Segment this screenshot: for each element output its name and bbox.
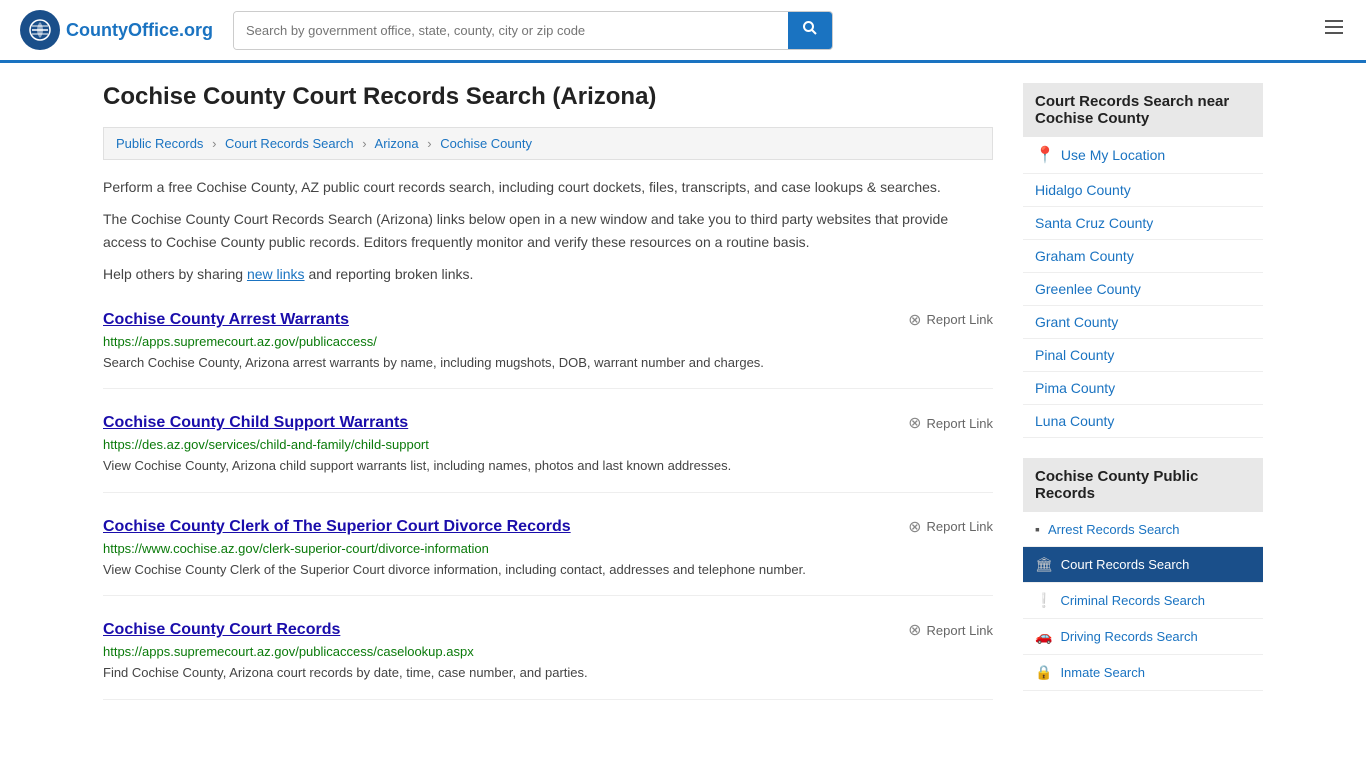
pub-record-item-0[interactable]: ▪ Arrest Records Search [1023,512,1263,547]
result-desc-1: View Cochise County, Arizona child suppo… [103,456,993,476]
nearby-county-item: Graham County [1023,240,1263,273]
result-desc-3: Find Cochise County, Arizona court recor… [103,663,993,683]
nearby-county-item: Santa Cruz County [1023,207,1263,240]
site-header: CountyOffice.org [0,0,1366,63]
report-icon-0: ⊗ [908,310,921,330]
search-button[interactable] [788,12,832,49]
search-bar [233,11,833,50]
nearby-section: Court Records Search near Cochise County… [1023,83,1263,438]
pub-record-link-4[interactable]: Inmate Search [1060,665,1145,680]
result-desc-0: Search Cochise County, Arizona arrest wa… [103,353,993,373]
logo-text: CountyOffice.org [66,20,213,41]
nearby-county-item: Luna County [1023,405,1263,438]
pub-record-link-3[interactable]: Driving Records Search [1060,629,1197,644]
pub-record-link-1[interactable]: Court Records Search [1061,557,1190,572]
page-title: Cochise County Court Records Search (Ari… [103,83,993,111]
result-item: Cochise County Child Support Warrants ⊗ … [103,413,993,493]
nearby-county-link-1[interactable]: Santa Cruz County [1035,215,1153,231]
rec-icon-0: ▪ [1035,521,1040,537]
pub-record-link-2[interactable]: Criminal Records Search [1060,593,1205,608]
breadcrumb-arizona[interactable]: Arizona [375,136,419,151]
results-container: Cochise County Arrest Warrants ⊗ Report … [103,310,993,700]
nearby-county-link-3[interactable]: Greenlee County [1035,281,1141,297]
public-records-list: ▪ Arrest Records Search🏛 Court Records S… [1023,512,1263,691]
logo-link[interactable]: CountyOffice.org [20,10,213,50]
sidebar: Court Records Search near Cochise County… [1023,83,1263,711]
nearby-county-item: Greenlee County [1023,273,1263,306]
nearby-county-item: Pima County [1023,372,1263,405]
public-records-section: Cochise County Public Records ▪ Arrest R… [1023,458,1263,691]
rec-icon-3: 🚗 [1035,628,1052,645]
result-title-3[interactable]: Cochise County Court Records [103,621,340,639]
result-url-1[interactable]: https://des.az.gov/services/child-and-fa… [103,437,993,452]
result-title-1[interactable]: Cochise County Child Support Warrants [103,414,408,432]
nearby-county-link-0[interactable]: Hidalgo County [1035,182,1131,198]
pub-record-item-1[interactable]: 🏛 Court Records Search [1023,547,1263,583]
nearby-county-item: Pinal County [1023,339,1263,372]
rec-icon-1: 🏛 [1035,556,1053,573]
result-item: Cochise County Court Records ⊗ Report Li… [103,620,993,700]
result-header-1: Cochise County Child Support Warrants ⊗ … [103,413,993,433]
result-header-3: Cochise County Court Records ⊗ Report Li… [103,620,993,640]
result-header-0: Cochise County Arrest Warrants ⊗ Report … [103,310,993,330]
main-container: Cochise County Court Records Search (Ari… [83,63,1283,731]
result-title-0[interactable]: Cochise County Arrest Warrants [103,311,349,329]
result-item: Cochise County Clerk of The Superior Cou… [103,517,993,597]
report-link-0[interactable]: ⊗ Report Link [908,310,993,330]
report-icon-3: ⊗ [908,620,921,640]
pub-record-link-0[interactable]: Arrest Records Search [1048,522,1180,537]
description-3: Help others by sharing new links and rep… [103,263,993,285]
rec-icon-4: 🔒 [1035,664,1052,681]
report-icon-1: ⊗ [908,413,921,433]
result-url-3[interactable]: https://apps.supremecourt.az.gov/publica… [103,644,993,659]
report-link-1[interactable]: ⊗ Report Link [908,413,993,433]
report-link-3[interactable]: ⊗ Report Link [908,620,993,640]
nearby-county-item: Grant County [1023,306,1263,339]
use-my-location-link[interactable]: Use My Location [1061,147,1165,163]
breadcrumb-court-records-search[interactable]: Court Records Search [225,136,354,151]
nearby-county-link-2[interactable]: Graham County [1035,248,1134,264]
result-item: Cochise County Arrest Warrants ⊗ Report … [103,310,993,390]
nearby-county-link-7[interactable]: Luna County [1035,413,1114,429]
pub-record-item-3[interactable]: 🚗 Driving Records Search [1023,619,1263,655]
result-header-2: Cochise County Clerk of The Superior Cou… [103,517,993,537]
logo-icon [20,10,60,50]
rec-icon-2: ❕ [1035,592,1052,609]
breadcrumb-public-records[interactable]: Public Records [116,136,203,151]
public-records-title: Cochise County Public Records [1023,458,1263,512]
nearby-county-item: Hidalgo County [1023,174,1263,207]
new-links-link[interactable]: new links [247,266,305,282]
breadcrumb: Public Records › Court Records Search › … [103,127,993,160]
breadcrumb-cochise[interactable]: Cochise County [440,136,532,151]
result-title-2[interactable]: Cochise County Clerk of The Superior Cou… [103,518,571,536]
nearby-section-title: Court Records Search near Cochise County [1023,83,1263,137]
nearby-county-link-6[interactable]: Pima County [1035,380,1115,396]
nearby-county-link-5[interactable]: Pinal County [1035,347,1114,363]
nearby-county-link-4[interactable]: Grant County [1035,314,1118,330]
menu-icon[interactable] [1322,15,1346,45]
report-icon-2: ⊗ [908,517,921,537]
pub-record-item-2[interactable]: ❕ Criminal Records Search [1023,583,1263,619]
result-desc-2: View Cochise County Clerk of the Superio… [103,560,993,580]
description-2: The Cochise County Court Records Search … [103,208,993,253]
pub-record-item-4[interactable]: 🔒 Inmate Search [1023,655,1263,691]
description-1: Perform a free Cochise County, AZ public… [103,176,993,198]
nearby-county-list: Hidalgo County Santa Cruz County Graham Co… [1023,174,1263,438]
report-link-2[interactable]: ⊗ Report Link [908,517,993,537]
location-icon: 📍 [1035,145,1055,165]
search-input[interactable] [234,12,788,49]
result-url-2[interactable]: https://www.cochise.az.gov/clerk-superio… [103,541,993,556]
result-url-0[interactable]: https://apps.supremecourt.az.gov/publica… [103,334,993,349]
use-location-row: 📍 Use My Location [1023,137,1263,174]
content-area: Cochise County Court Records Search (Ari… [103,83,993,711]
